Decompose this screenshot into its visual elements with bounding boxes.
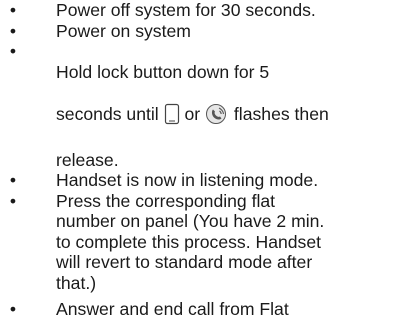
list-item: • Answer and end call from Flat <box>0 299 393 320</box>
list-item: • Power off system for 30 seconds. <box>0 0 393 21</box>
list-item: • Handset is now in listening mode. <box>0 170 393 191</box>
bullet: • <box>9 170 17 190</box>
step-text: Press the corresponding flat number on p… <box>56 190 325 293</box>
step-text-line: seconds until <box>56 103 164 124</box>
list-item: • Hold lock button down for 5 seconds un… <box>0 41 393 170</box>
instruction-list: • Power off system for 30 seconds. • Pow… <box>0 0 393 320</box>
step-text-line: Hold lock button down for 5 <box>56 61 270 82</box>
step-text: Power on system <box>56 20 191 41</box>
step-text: Handset is now in listening mode. <box>56 170 319 190</box>
step-text: Answer and end call from Flat <box>56 299 289 319</box>
intercom-icon <box>205 103 229 130</box>
step-text-line: or <box>179 103 206 124</box>
handset-icon <box>164 103 180 130</box>
bullet: • <box>9 190 17 211</box>
bullet: • <box>9 41 17 61</box>
list-item: • Press the corresponding flat number on… <box>0 191 393 294</box>
step-text: Hold lock button down for 5 seconds unti… <box>56 41 393 170</box>
step-text-line: release. <box>56 149 119 170</box>
bullet: • <box>9 0 17 20</box>
list-item: • Power on system <box>0 21 393 42</box>
bullet: • <box>9 299 17 319</box>
bullet: • <box>9 20 17 41</box>
step-text-line: flashes then <box>229 103 329 124</box>
step-text: Power off system for 30 seconds. <box>56 0 316 20</box>
